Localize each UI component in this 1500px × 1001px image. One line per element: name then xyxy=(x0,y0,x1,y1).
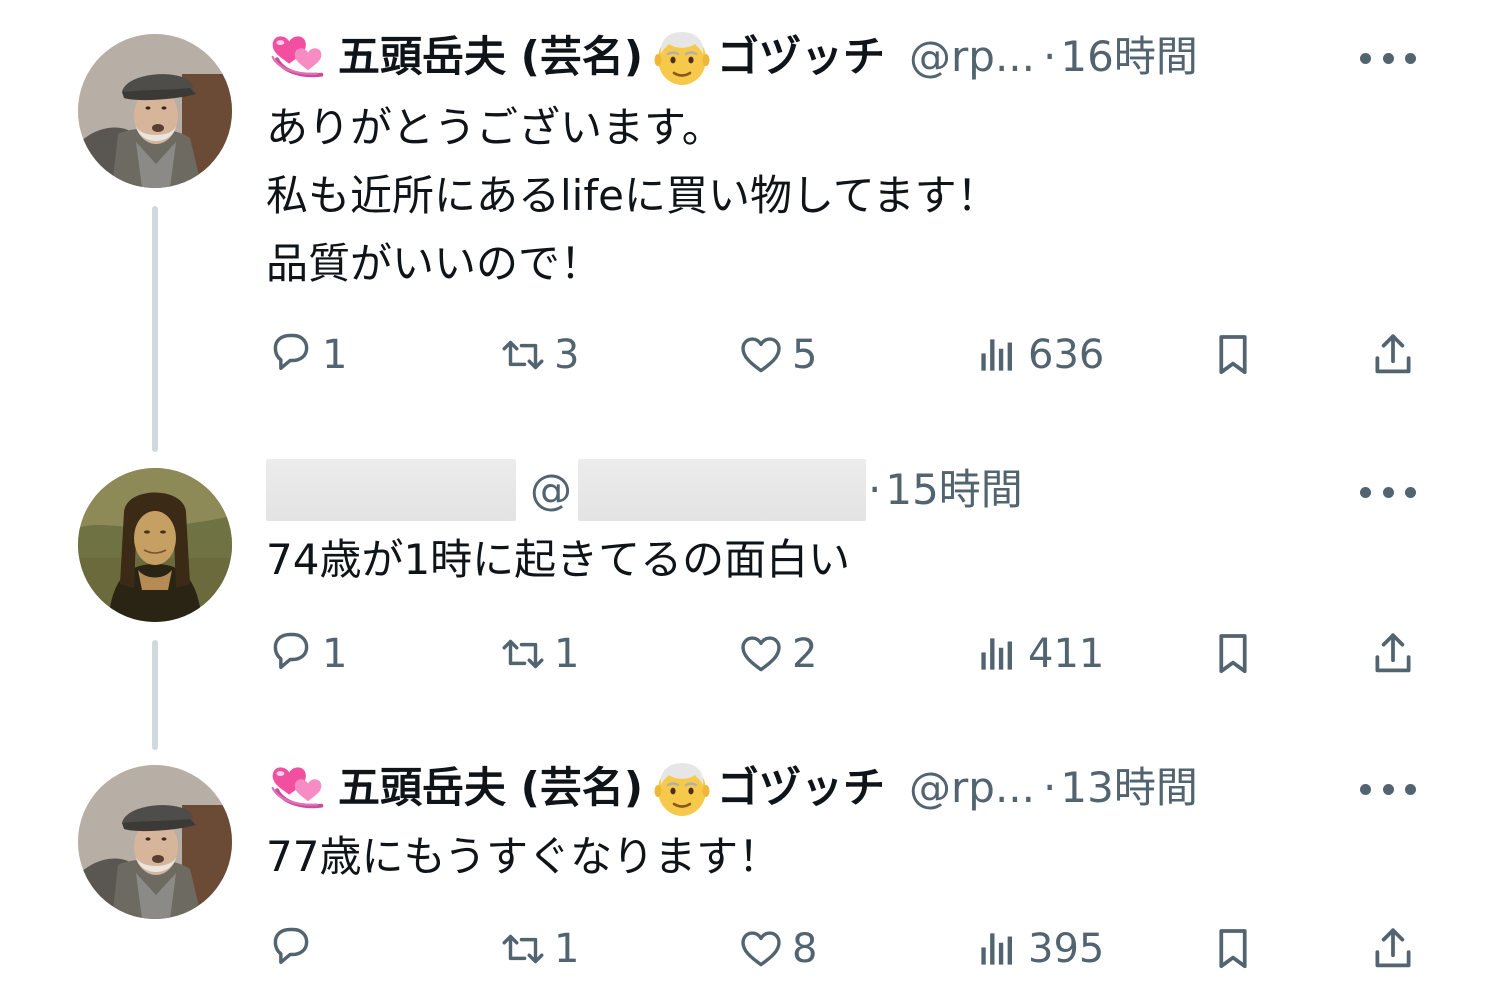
heart-emoji-icon xyxy=(270,34,324,78)
share-button[interactable] xyxy=(1368,921,1418,977)
more-icon[interactable] xyxy=(1360,48,1416,68)
more-icon[interactable] xyxy=(1360,779,1416,799)
tweet-header: @ · 15時間 xyxy=(266,459,1350,521)
timestamp[interactable]: 15時間 xyxy=(885,462,1022,518)
views-button[interactable]: 411 xyxy=(972,626,1104,682)
reply-icon xyxy=(273,927,309,964)
separator: · xyxy=(1043,32,1057,81)
views-icon xyxy=(981,339,1012,371)
views-icon xyxy=(981,638,1012,670)
bookmark-button[interactable] xyxy=(1208,626,1258,682)
timestamp[interactable]: 16時間 xyxy=(1060,29,1197,85)
avatar[interactable] xyxy=(78,765,232,919)
bookmark-icon xyxy=(1219,929,1247,969)
tweet-text-line: ありがとうございます。 xyxy=(266,103,724,152)
tweet-text-line: 私も近所にあるlifeに買い物してます！ xyxy=(266,171,999,220)
repost-icon xyxy=(502,934,544,964)
heart-emoji-icon xyxy=(270,765,324,809)
like-icon xyxy=(741,337,781,373)
tweet-text: 77歳にもうすぐなります！ xyxy=(266,823,1380,891)
bookmark-icon xyxy=(1219,335,1247,375)
views-button[interactable]: 395 xyxy=(972,921,1104,977)
redacted-handle xyxy=(578,459,866,521)
redacted-name xyxy=(266,459,516,521)
share-button[interactable] xyxy=(1368,327,1418,383)
share-icon xyxy=(1375,334,1411,374)
timestamp[interactable]: 13時間 xyxy=(1060,760,1197,816)
author-name-suffix[interactable]: ゴヅッチ xyxy=(717,760,885,816)
author-name-suffix[interactable]: ゴヅッチ xyxy=(717,29,885,85)
view-count: 636 xyxy=(1028,332,1105,378)
repost-button[interactable]: 1 xyxy=(498,921,579,977)
views-icon xyxy=(981,933,1012,965)
elderly-man-photo xyxy=(78,34,232,188)
reply-icon xyxy=(273,333,309,370)
like-button[interactable]: 2 xyxy=(736,626,817,682)
action-bar: 1 8 395 xyxy=(266,921,1426,977)
tweet-text-line: 74歳が1時に起きてるの面白い xyxy=(266,535,851,584)
reply-button[interactable] xyxy=(266,921,322,977)
thread-line-1 xyxy=(152,206,158,452)
repost-count: 1 xyxy=(554,631,580,677)
like-count: 5 xyxy=(792,332,818,378)
tweet-text-line: 77歳にもうすぐなります！ xyxy=(266,832,781,881)
repost-count: 1 xyxy=(554,926,580,972)
tweet-text-line: 品質がいいので！ xyxy=(266,239,603,288)
reply-count: 1 xyxy=(322,631,348,677)
tweet-header: 五頭岳夫 (芸名) ゴヅッチ @rp... · 13時間 xyxy=(266,760,1350,818)
separator: · xyxy=(1043,763,1057,812)
thread-line-2 xyxy=(152,640,158,750)
reply-icon xyxy=(273,632,309,669)
author-name[interactable]: 五頭岳夫 (芸名) xyxy=(338,760,643,816)
author-handle[interactable]: @ xyxy=(530,462,572,518)
mona-lisa-image xyxy=(78,468,232,622)
like-count: 8 xyxy=(792,926,818,972)
like-count: 2 xyxy=(792,631,818,677)
repost-button[interactable]: 3 xyxy=(498,327,579,383)
like-icon xyxy=(741,931,781,967)
author-name[interactable]: 五頭岳夫 (芸名) xyxy=(338,29,643,85)
like-icon xyxy=(741,636,781,672)
bookmark-button[interactable] xyxy=(1208,921,1258,977)
avatar[interactable] xyxy=(78,34,232,188)
author-handle[interactable]: @rp... xyxy=(909,760,1035,816)
repost-icon xyxy=(502,639,544,669)
like-button[interactable]: 5 xyxy=(736,327,817,383)
old-man-emoji-icon xyxy=(653,761,711,818)
reply-button[interactable]: 1 xyxy=(266,626,347,682)
separator: · xyxy=(868,465,882,514)
repost-count: 3 xyxy=(554,332,580,378)
reply-button[interactable]: 1 xyxy=(266,327,347,383)
tweet-header: 五頭岳夫 (芸名) ゴヅッチ @rp... · 16時間 xyxy=(266,29,1350,87)
like-button[interactable]: 8 xyxy=(736,921,817,977)
share-icon xyxy=(1375,633,1411,673)
author-handle[interactable]: @rp... xyxy=(909,29,1035,85)
bookmark-button[interactable] xyxy=(1208,327,1258,383)
action-bar: 1 1 2 411 xyxy=(266,626,1426,682)
share-button[interactable] xyxy=(1368,626,1418,682)
tweet-text: 74歳が1時に起きてるの面白い xyxy=(266,526,1380,594)
view-count: 395 xyxy=(1028,926,1105,972)
views-button[interactable]: 636 xyxy=(972,327,1104,383)
bookmark-icon xyxy=(1219,634,1247,674)
avatar[interactable] xyxy=(78,468,232,622)
share-icon xyxy=(1375,928,1411,968)
more-icon[interactable] xyxy=(1360,482,1416,502)
action-bar: 1 3 5 636 xyxy=(266,327,1426,383)
elderly-man-photo xyxy=(78,765,232,919)
repost-icon xyxy=(502,340,544,370)
view-count: 411 xyxy=(1028,631,1105,677)
old-man-emoji-icon xyxy=(653,30,711,87)
tweet-text: ありがとうございます。 私も近所にあるlifeに買い物してます！ 品質がいいので… xyxy=(266,94,1380,298)
reply-count: 1 xyxy=(322,332,348,378)
repost-button[interactable]: 1 xyxy=(498,626,579,682)
